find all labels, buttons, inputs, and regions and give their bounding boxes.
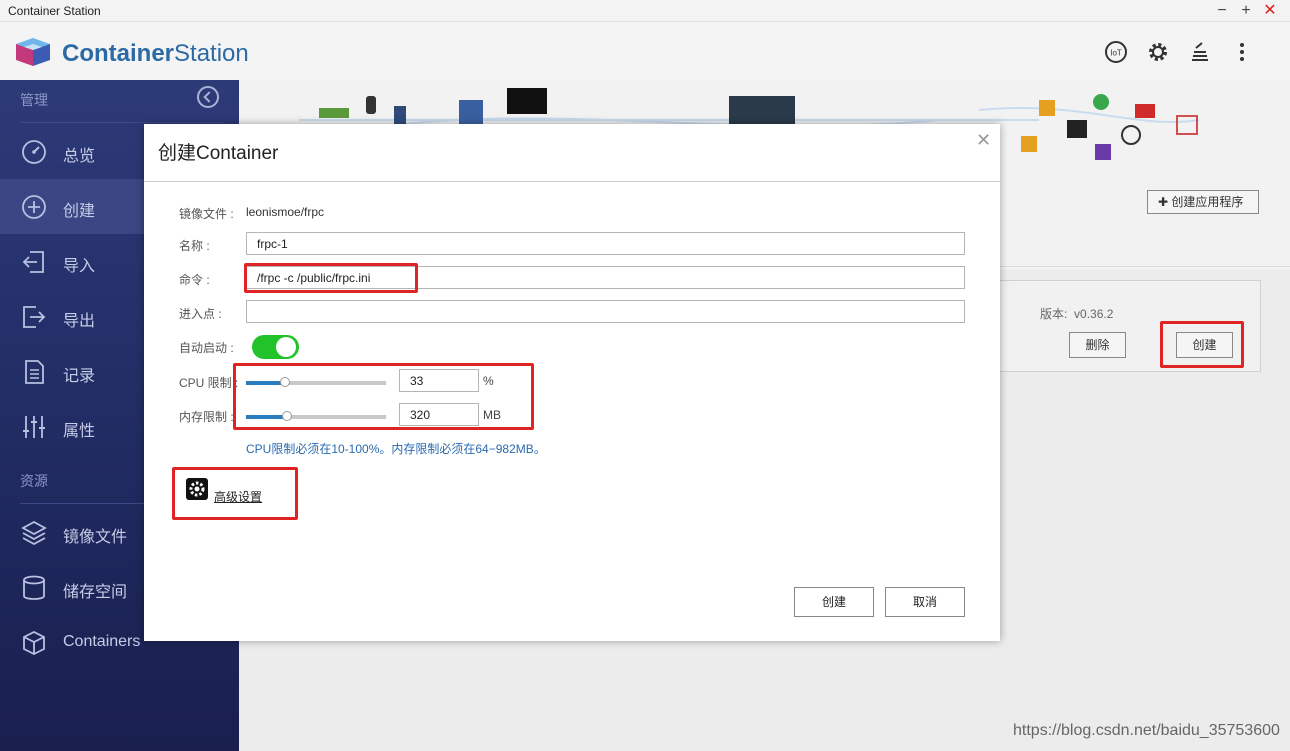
dialog-cancel-button[interactable]: 取消 <box>885 587 965 617</box>
create-app-label: 创建应用程序 <box>1171 195 1244 209</box>
brand-light: Station <box>174 40 249 67</box>
layers-icon <box>21 520 47 546</box>
document-icon <box>25 360 44 384</box>
window-title: Container Station <box>8 4 101 18</box>
dialog-divider <box>144 181 1000 182</box>
sliders-icon <box>23 416 45 438</box>
iot-icon[interactable]: IoT <box>1104 40 1128 64</box>
autostart-toggle[interactable] <box>252 335 299 359</box>
close-window-button[interactable]: ✕ <box>1260 1 1280 21</box>
window-titlebar: Container Station − + ✕ <box>0 0 1290 22</box>
gear-icon[interactable] <box>1146 40 1170 64</box>
sidebar-item-label: 记录 <box>63 368 96 385</box>
sidebar-item-label: 镜像文件 <box>63 529 128 546</box>
database-icon <box>23 575 45 600</box>
plus-circle-icon <box>22 195 46 219</box>
brand-bold: Container <box>62 40 175 67</box>
version-label: 版本: v0.36.2 <box>1040 305 1113 322</box>
sidebar-section-resources: 资源 <box>20 473 48 489</box>
export-icon <box>23 306 46 328</box>
stack-icon[interactable] <box>1188 40 1212 64</box>
autostart-label: 自动启动 : <box>179 341 234 355</box>
sidebar-section-manage: 管理 <box>20 92 48 108</box>
name-label: 名称 : <box>179 239 210 253</box>
dashboard-icon <box>22 140 46 164</box>
sidebar-item-label: 储存空间 <box>63 584 128 601</box>
highlight-box <box>1160 321 1244 368</box>
image-value: leonismoe/frpc <box>246 205 325 219</box>
sidebar-item-label: 创建 <box>63 203 96 220</box>
sidebar-item-label: 总览 <box>63 148 96 165</box>
highlight-box <box>172 467 298 520</box>
dialog-title: 创建Container <box>158 143 279 164</box>
plus-icon: ✚ <box>1158 195 1172 209</box>
sidebar-divider <box>20 122 225 123</box>
image-label: 镜像文件 : <box>179 207 234 221</box>
limit-hint: CPU限制必须在10-100%。内存限制必须在64−982MB。 <box>246 442 546 456</box>
version-value: v0.36.2 <box>1074 307 1114 321</box>
svg-text:IoT: IoT <box>1110 49 1122 58</box>
command-label: 命令 : <box>179 273 210 287</box>
memory-label: 内存限制 : <box>179 410 234 424</box>
watermark: https://blog.csdn.net/baidu_35753600 <box>1013 722 1280 739</box>
minimize-button[interactable]: − <box>1212 1 1232 21</box>
sidebar-item-label: 导入 <box>63 258 96 275</box>
sidebar-item-label: 属性 <box>63 423 96 440</box>
collapse-sidebar-icon[interactable] <box>197 86 219 108</box>
sidebar-item-label: 导出 <box>63 313 96 330</box>
dialog-create-button[interactable]: 创建 <box>794 587 874 617</box>
cube-icon <box>23 630 45 656</box>
cpu-label: CPU 限制 : <box>179 376 239 390</box>
entrypoint-field[interactable] <box>246 300 965 323</box>
highlight-box <box>244 263 418 293</box>
app-header: ContainerStation IoT <box>0 22 1290 80</box>
app-brand: ContainerStation <box>62 40 249 68</box>
highlight-box <box>233 363 534 430</box>
import-icon <box>22 251 44 273</box>
container-station-logo-icon <box>16 38 50 66</box>
close-icon[interactable]: ✕ <box>976 130 991 151</box>
delete-button[interactable]: 删除 <box>1069 332 1126 358</box>
maximize-button[interactable]: + <box>1236 1 1256 21</box>
version-key: 版本: <box>1040 307 1068 321</box>
name-field[interactable]: frpc-1 <box>246 232 965 255</box>
sidebar-item-label: Containers <box>63 633 141 650</box>
create-app-button[interactable]: ✚ 创建应用程序 <box>1147 190 1259 214</box>
more-vertical-icon[interactable] <box>1230 40 1254 64</box>
entrypoint-label: 进入点 : <box>179 307 222 321</box>
